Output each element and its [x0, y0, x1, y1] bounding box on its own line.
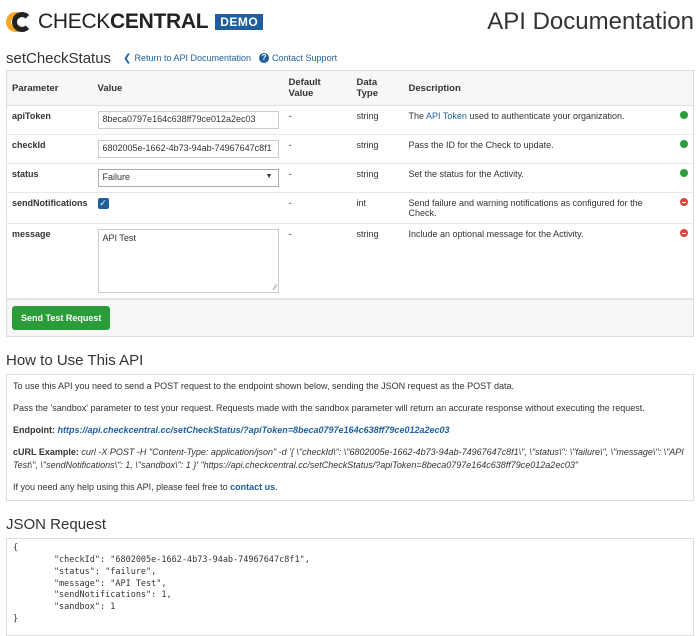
- curl-example: curl -X POST -H "Content-Type: applicati…: [13, 447, 684, 470]
- parameters-panel: Parameter Value Default Value Data Type …: [6, 70, 694, 337]
- section-title: setCheckStatus: [6, 49, 112, 67]
- param-name: checkId: [7, 134, 93, 164]
- default-value: -: [283, 105, 352, 135]
- data-type: string: [351, 134, 404, 164]
- header-value: Value: [92, 71, 284, 106]
- header-parameter: Parameter: [7, 71, 93, 106]
- api-token-input[interactable]: 8beca0797e164c638ff79ce012a2ec03: [97, 111, 279, 129]
- param-name: sendNotifications: [7, 192, 93, 224]
- status-select[interactable]: Failure ▼: [97, 169, 279, 187]
- page-title: API Documentation: [487, 8, 694, 35]
- table-row: status Failure ▼ - string Set the status …: [7, 163, 693, 193]
- howto-panel: To use this API you need to send a POST …: [6, 374, 694, 501]
- param-description: Pass the ID for the Check to update.: [403, 134, 675, 164]
- default-value: -: [283, 192, 352, 224]
- required-status-icon: [680, 169, 688, 177]
- button-row: Send Test Request: [7, 299, 693, 336]
- demo-badge: DEMO: [215, 14, 264, 30]
- default-value: -: [283, 134, 352, 164]
- resize-grip-icon[interactable]: ∕∕: [274, 283, 277, 292]
- json-request-title: JSON Request: [6, 515, 107, 533]
- data-type: int: [351, 192, 404, 224]
- header-description: Description: [403, 71, 675, 106]
- caret-down-icon: ▼: [265, 173, 273, 180]
- endpoint-line: Endpoint: https://api.checkcentral.cc/se…: [13, 424, 687, 436]
- table-row: apiToken 8beca0797e164c638ff79ce012a2ec0…: [7, 105, 693, 135]
- howto-title: How to Use This API: [6, 352, 144, 369]
- check-id-input[interactable]: 6802005e-1662-4b73-94ab-74967647c8f1: [97, 140, 279, 158]
- status-select-value: Failure: [102, 172, 131, 182]
- header-default-value: Default Value: [283, 71, 352, 106]
- endpoint-label: Endpoint:: [13, 425, 55, 436]
- table-row: checkId 6802005e-1662-4b73-94ab-74967647…: [7, 134, 693, 164]
- page-header: CHECKCENTRAL DEMO API Documentation: [0, 0, 700, 46]
- api-token-link[interactable]: API Token: [426, 111, 467, 121]
- return-link[interactable]: ❮ Return to API Documentation: [123, 53, 251, 64]
- howto-paragraph-1: To use this API you need to send a POST …: [13, 381, 514, 391]
- curl-line: cURL Example: curl -X POST -H "Content-T…: [13, 446, 687, 470]
- default-value: -: [283, 223, 352, 299]
- logo-text: CHECKCENTRAL: [38, 10, 209, 33]
- contact-support-label: Contact Support: [272, 53, 338, 63]
- checkcentral-logo[interactable]: CHECKCENTRAL DEMO: [6, 10, 264, 34]
- data-type: string: [351, 223, 404, 299]
- logo-mark-icon: [6, 10, 34, 34]
- return-link-label: Return to API Documentation: [134, 53, 252, 63]
- param-description: The API Token used to authenticate your …: [403, 105, 675, 135]
- contact-support-link[interactable]: ? Contact Support: [259, 53, 337, 63]
- param-description: Send failure and warning notifications a…: [403, 192, 675, 224]
- message-textarea-value: API Test: [102, 233, 136, 243]
- endpoint-url[interactable]: https://api.checkcentral.cc/setCheckStat…: [58, 425, 450, 435]
- param-name: apiToken: [7, 105, 93, 135]
- json-request-box: { "checkId": "6802005e-1662-4b73-94ab-74…: [6, 537, 694, 636]
- optional-status-icon: [680, 198, 688, 206]
- howto-paragraph-2: Pass the 'sandbox' parameter to test you…: [13, 403, 645, 414]
- required-status-icon: [680, 111, 688, 119]
- header-data-type: Data Type: [351, 71, 404, 106]
- contact-us-link[interactable]: contact us: [230, 482, 275, 492]
- table-row: message API Test ∕∕ - string Include an o…: [7, 223, 693, 299]
- param-description: Include an optional message for the Acti…: [403, 223, 675, 299]
- default-value: -: [283, 163, 352, 193]
- message-textarea[interactable]: API Test ∕∕: [97, 229, 279, 293]
- subheader: setCheckStatus ❮ Return to API Documenta…: [0, 46, 700, 70]
- send-test-request-button[interactable]: Send Test Request: [12, 306, 111, 330]
- send-notifications-checkbox[interactable]: ✓: [97, 198, 109, 209]
- parameters-table: Parameter Value Default Value Data Type …: [7, 71, 693, 299]
- param-name: status: [7, 163, 93, 193]
- table-row: sendNotifications ✓ - int Send failure a…: [7, 192, 693, 224]
- data-type: string: [351, 163, 404, 193]
- data-type: string: [351, 105, 404, 135]
- optional-status-icon: [680, 229, 688, 237]
- curl-label: cURL Example:: [13, 447, 79, 458]
- chevron-left-icon: ❮: [123, 52, 132, 64]
- required-status-icon: [680, 140, 688, 148]
- question-circle-icon: ?: [259, 53, 270, 63]
- help-line: If you need any help using this API, ple…: [13, 481, 278, 492]
- param-name: message: [7, 223, 93, 299]
- param-description: Set the status for the Activity.: [403, 163, 675, 193]
- json-request-body: { "checkId": "6802005e-1662-4b73-94ab-74…: [13, 542, 310, 625]
